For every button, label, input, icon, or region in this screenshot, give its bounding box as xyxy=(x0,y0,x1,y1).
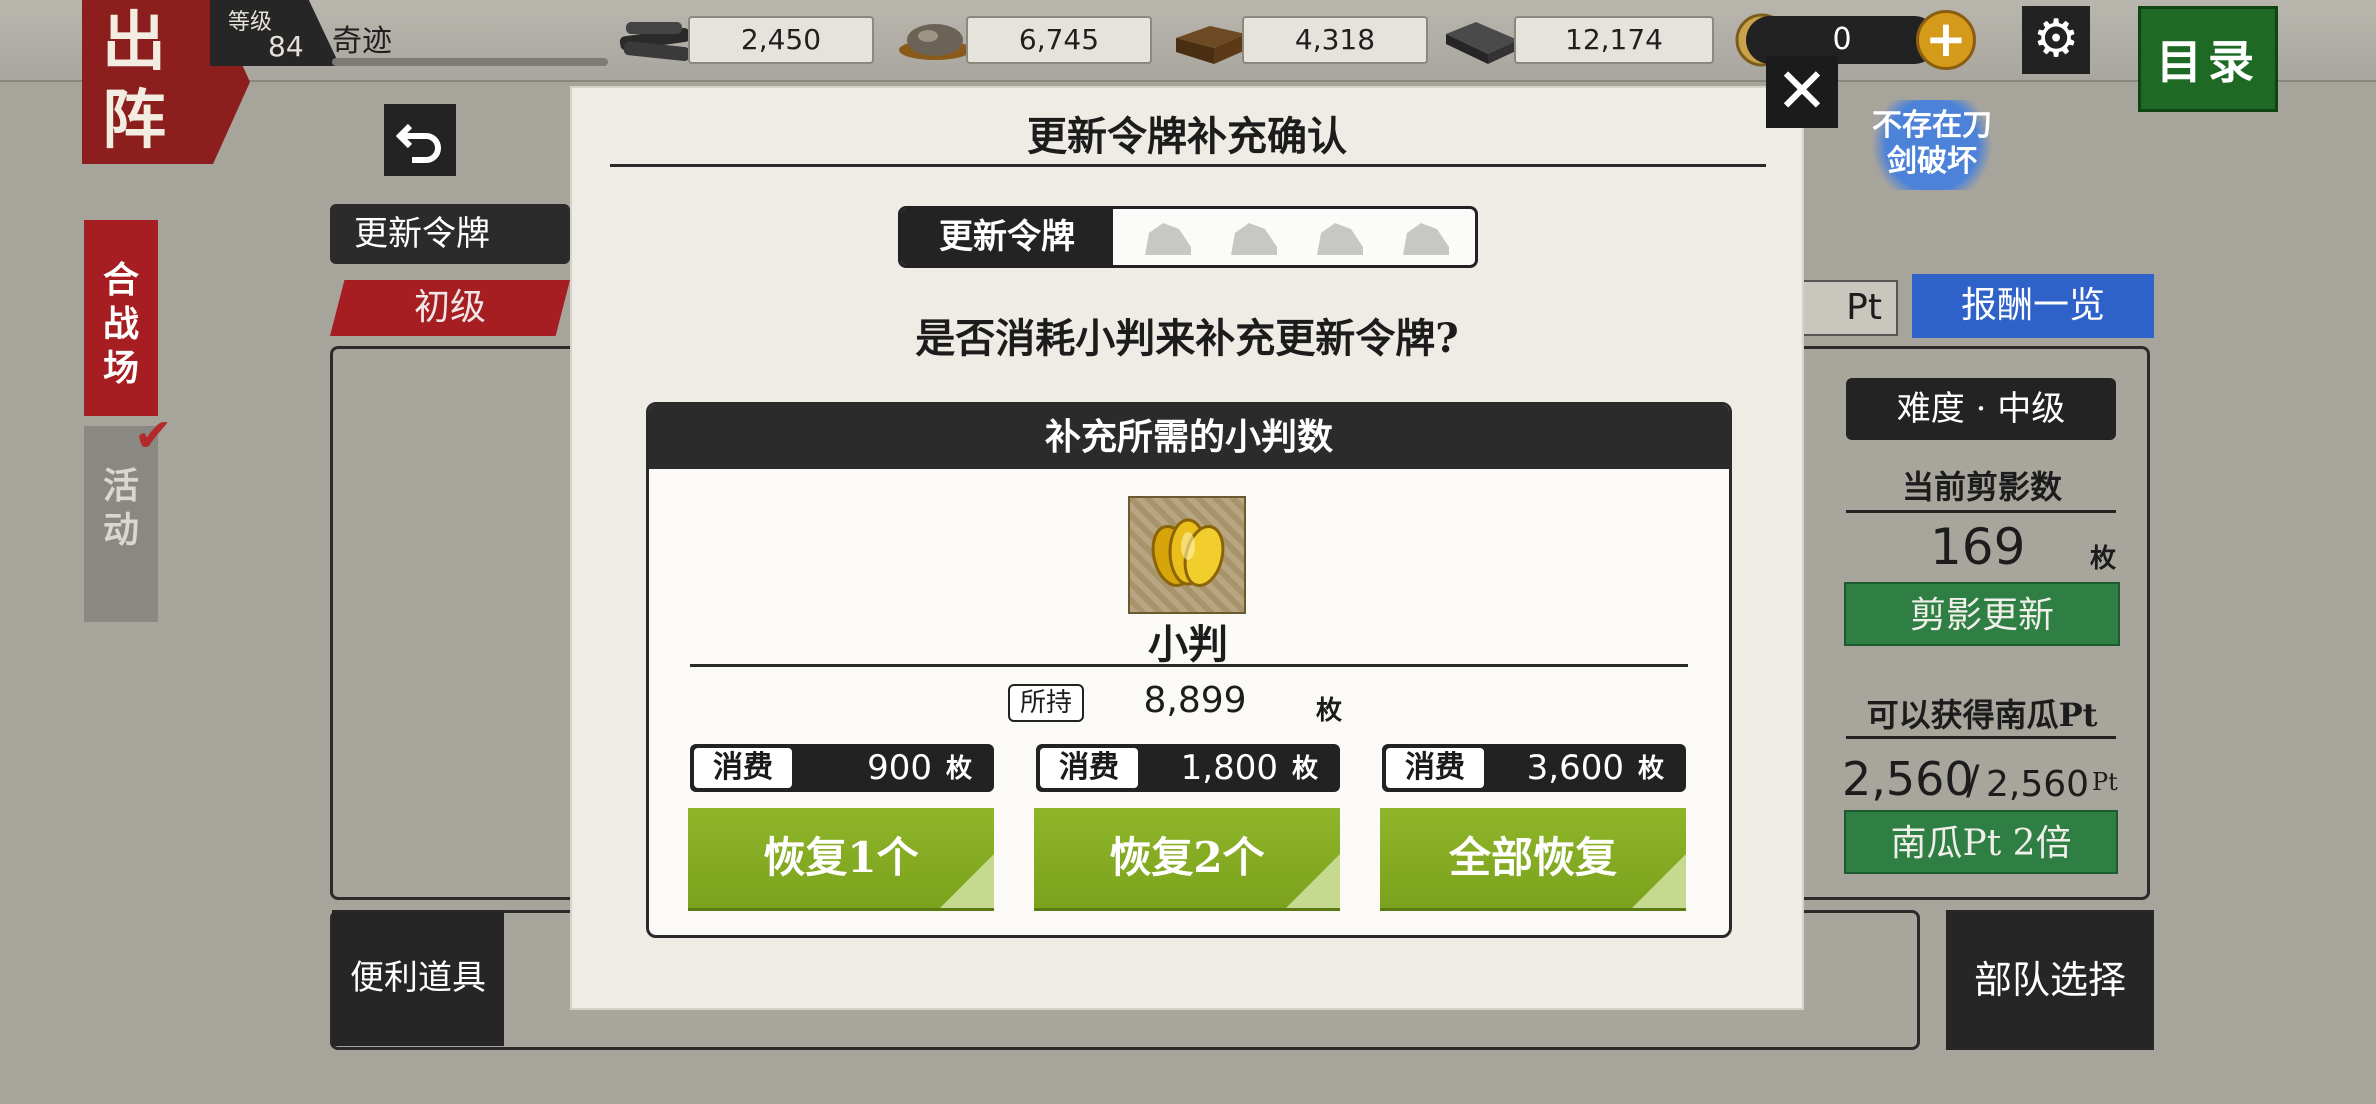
deploy-label: 出阵 xyxy=(102,5,166,158)
recover-1-label: 恢复1个 xyxy=(763,833,919,882)
bg-token-label: 更新令牌 xyxy=(330,204,570,264)
divider xyxy=(1846,510,2116,513)
charcoal-icon xyxy=(619,22,690,62)
tab-battlefield-label: 合战场 xyxy=(102,259,139,389)
pumpkin-unit: Pt xyxy=(2092,768,2118,796)
cost-label: 消费 xyxy=(694,748,792,788)
whetstone-count: 12,174 xyxy=(1514,16,1714,64)
shadow-count: 169 xyxy=(1930,518,2026,576)
pumpkin-label: 可以获得南瓜Pt xyxy=(1866,696,2098,734)
steel-icon xyxy=(899,24,971,60)
close-button[interactable]: ✕ xyxy=(1766,56,1838,128)
team-select-button[interactable]: 部队选择 xyxy=(1946,910,2154,1050)
level-label: 等级 xyxy=(228,10,273,35)
cost-value: 900 xyxy=(867,748,932,788)
held-unit: 枚 xyxy=(1316,696,1343,726)
exp-bar xyxy=(332,58,608,66)
recover-2-label: 恢复2个 xyxy=(1109,833,1265,882)
difficulty-label: 难度 · 中级 xyxy=(1846,378,2116,440)
cooling-count: 4,318 xyxy=(1242,16,1428,64)
divider xyxy=(1846,736,2116,739)
item-name: 小判 xyxy=(1148,621,1228,668)
token-slot-icon xyxy=(1145,223,1191,255)
recover-all-button[interactable]: 全部恢复 xyxy=(1380,808,1686,908)
add-koban-button[interactable]: + xyxy=(1916,10,1976,70)
dialog-title: 更新令牌补充确认 xyxy=(1027,113,1347,160)
cost-value: 3,600 xyxy=(1526,748,1624,788)
token-slot-icon xyxy=(1317,223,1363,255)
cost-unit: 枚 xyxy=(1638,754,1665,784)
gear-icon[interactable]: ⚙ xyxy=(2022,6,2090,74)
token-bar: 更新令牌 xyxy=(898,206,1478,268)
pumpkin-current: 2,560 xyxy=(1842,752,1974,806)
cost-box-title: 补充所需的小判数 xyxy=(649,405,1729,469)
shadow-refresh-button[interactable]: 剪影更新 xyxy=(1844,582,2120,646)
steel-count: 6,745 xyxy=(966,16,1152,64)
cost-2: 消费 1,800 枚 xyxy=(1036,744,1340,792)
title-divider xyxy=(610,164,1766,167)
token-slot-icon xyxy=(1403,223,1449,255)
shadow-count-label: 当前剪影数 xyxy=(1901,468,2062,506)
button-corner xyxy=(1286,854,1340,908)
back-button[interactable] xyxy=(384,104,456,176)
slash: / xyxy=(1966,758,1980,804)
tab-beginner[interactable]: 初级 xyxy=(330,280,570,336)
cost-value: 1,800 xyxy=(1180,748,1278,788)
tab-event-label: 活动 xyxy=(102,465,139,551)
shadow-unit: 枚 xyxy=(2090,544,2117,574)
recover-all-label: 全部恢复 xyxy=(1448,833,1617,882)
pumpkin-double-button[interactable]: 南瓜Pt 2倍 xyxy=(1844,810,2118,874)
menu-button[interactable]: 目录 xyxy=(2138,6,2278,112)
tab-battlefield[interactable]: 合战场 xyxy=(84,220,158,416)
player-name: 奇迹 xyxy=(332,24,392,59)
no-breakage-badge: 不存在刀剑破坏 xyxy=(1862,100,2002,190)
token-label: 更新令牌 xyxy=(901,209,1113,265)
reward-list-button[interactable]: 报酬一览 xyxy=(1912,274,2154,338)
cost-1: 消费 900 枚 xyxy=(690,744,994,792)
button-corner xyxy=(940,854,994,908)
cooling-icon xyxy=(1176,26,1246,64)
token-slot-icon xyxy=(1231,223,1277,255)
charcoal-count: 2,450 xyxy=(688,16,874,64)
cost-label: 消费 xyxy=(1040,748,1138,788)
recover-1-button[interactable]: 恢复1个 xyxy=(688,808,994,908)
level-value: 84 xyxy=(268,30,304,63)
cost-unit: 枚 xyxy=(946,754,973,784)
whetstone-icon xyxy=(1446,22,1518,64)
cost-label: 消费 xyxy=(1386,748,1484,788)
check-icon: ✔ xyxy=(134,408,173,462)
recover-2-button[interactable]: 恢复2个 xyxy=(1034,808,1340,908)
cost-unit: 枚 xyxy=(1292,754,1319,784)
held-label: 所持 xyxy=(1008,684,1084,722)
koban-item-icon xyxy=(1128,496,1246,614)
cost-3: 消费 3,600 枚 xyxy=(1382,744,1686,792)
pumpkin-max: 2,560 xyxy=(1986,764,2090,805)
convenient-items-label: 便利道具 xyxy=(332,910,504,1046)
confirm-question: 是否消耗小判来补充更新令牌? xyxy=(915,315,1459,362)
held-value: 8,899 xyxy=(1143,680,1247,721)
item-divider xyxy=(690,664,1688,667)
return-icon xyxy=(395,123,441,163)
button-corner xyxy=(1632,854,1686,908)
